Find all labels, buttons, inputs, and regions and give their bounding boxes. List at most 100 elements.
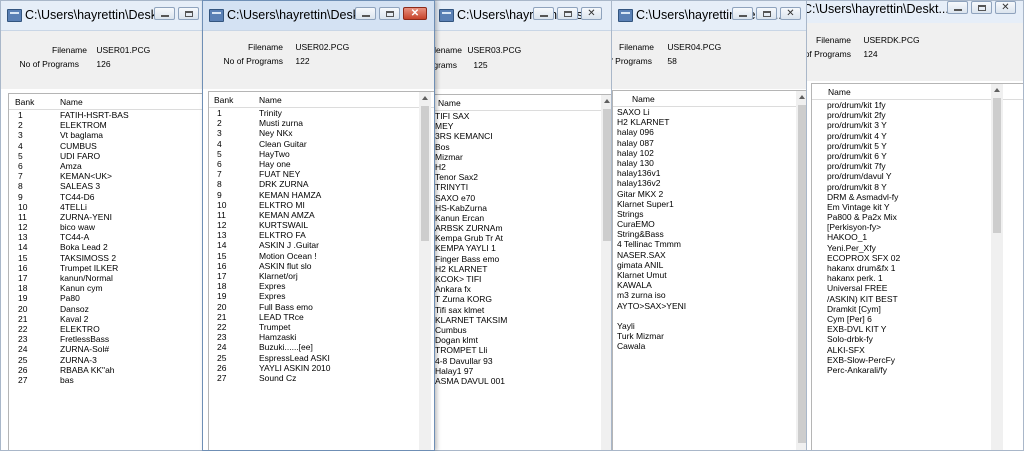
list-item[interactable]: Turk Mizmar: [613, 331, 796, 341]
list-item[interactable]: H2 KLARNET: [434, 264, 601, 274]
scroll-thumb[interactable]: [993, 98, 1001, 233]
title-bar[interactable]: C:\Users\hayrettin\Deskt... ✕: [203, 1, 434, 31]
list-item[interactable]: EXB-Slow-PercFy: [812, 355, 1011, 365]
list-item[interactable]: halay 096: [613, 127, 796, 137]
name-column-header[interactable]: Name: [259, 95, 282, 105]
list-item[interactable]: Dramkit [Cym]: [812, 304, 1011, 314]
bank-column-header[interactable]: Bank: [214, 95, 233, 105]
list-item[interactable]: Tifi sax klmet: [434, 305, 601, 315]
list-item[interactable]: Perc-Ankarali/fy: [812, 365, 1011, 375]
list-item[interactable]: Cumbus: [434, 325, 601, 335]
list-item[interactable]: DRM & Asmadvl-fy: [812, 192, 1011, 202]
name-column-header[interactable]: Name: [828, 87, 851, 97]
program-list[interactable]: Name SAXO Li H2 KLARNET halay 096 halay 087…: [612, 90, 808, 450]
list-item[interactable]: 25 ZURNA-3: [9, 355, 194, 365]
list-item[interactable]: String&Bass: [613, 229, 796, 239]
list-item[interactable]: pro/drum/kit 2fy: [812, 110, 1011, 120]
scroll-thumb[interactable]: [421, 106, 429, 241]
window-user01[interactable]: C:\Users\hayrettin\Deskt... Filename USE…: [0, 0, 207, 451]
list-item[interactable]: MEY: [434, 121, 601, 131]
list-item[interactable]: 13 ELKTRO FA: [209, 230, 422, 240]
list-item[interactable]: 15 TAKSIMOSS 2: [9, 253, 194, 263]
list-item[interactable]: 19 Expres: [209, 291, 422, 301]
name-column-header[interactable]: Name: [632, 94, 655, 104]
list-item[interactable]: 4 Tellinac Tmmm: [613, 239, 796, 249]
list-item[interactable]: 25 EspressLead ASKI: [209, 353, 422, 363]
name-column-header[interactable]: Name: [60, 97, 83, 107]
list-item[interactable]: pro/drum/kit 1fy: [812, 100, 1011, 110]
close-button[interactable]: ✕: [995, 1, 1016, 14]
list-item[interactable]: ARBSK ZURNAm: [434, 223, 601, 233]
list-item[interactable]: 12 bico waw: [9, 222, 194, 232]
list-item[interactable]: Pa800 & Pa2x Mix: [812, 212, 1011, 222]
list-item[interactable]: 12 KURTSWAIL: [209, 220, 422, 230]
list-item[interactable]: TRINYTI: [434, 182, 601, 192]
list-item[interactable]: 26 YAYLI ASKIN 2010: [209, 363, 422, 373]
list-item[interactable]: NASER.SAX: [613, 250, 796, 260]
close-button[interactable]: ✕: [403, 7, 427, 20]
list-item[interactable]: pro/drum/kit 8 Y: [812, 182, 1011, 192]
list-item[interactable]: pro/drum/kit 4 Y: [812, 131, 1011, 141]
window-userdk[interactable]: C:\Users\hayrettin\Deskt... ✕ Filename U…: [806, 0, 1024, 451]
list-item[interactable]: KLARNET TAKSIM: [434, 315, 601, 325]
list-item[interactable]: halay136v1: [613, 168, 796, 178]
window-user04[interactable]: C:\Users\hayrettin\Deskt... ✕ Filename U…: [611, 0, 809, 451]
window-user02[interactable]: C:\Users\hayrettin\Deskt... ✕ Filename U…: [202, 0, 435, 451]
title-bar[interactable]: C:\Users\hayrettin\Deskt... ✕: [433, 1, 613, 31]
list-item[interactable]: 27 bas: [9, 375, 194, 385]
list-item[interactable]: 5 HayTwo: [209, 149, 422, 159]
list-item[interactable]: halay 130: [613, 158, 796, 168]
list-item[interactable]: Ankara fx: [434, 284, 601, 294]
list-item[interactable]: Bos: [434, 142, 601, 152]
list-item[interactable]: 16 ASKIN flut slo: [209, 261, 422, 271]
list-item[interactable]: Dogan klmt: [434, 335, 601, 345]
list-item[interactable]: HS-KabZurna: [434, 203, 601, 213]
close-button[interactable]: ✕: [581, 7, 602, 20]
list-item[interactable]: TROMPET Lli: [434, 345, 601, 355]
list-item[interactable]: 23 FretlessBass: [9, 334, 194, 344]
list-item[interactable]: Em Vintage kit Y: [812, 202, 1011, 212]
window-user03[interactable]: C:\Users\hayrettin\Deskt... ✕ Filename U…: [432, 0, 614, 451]
list-item[interactable]: 7 FUAT NEY: [209, 169, 422, 179]
list-item[interactable]: 23 Hamzaski: [209, 332, 422, 342]
list-item[interactable]: 4 Clean Guitar: [209, 139, 422, 149]
scroll-up-icon[interactable]: [604, 99, 610, 103]
name-column-header[interactable]: Name: [438, 98, 461, 108]
scroll-thumb[interactable]: [603, 109, 611, 241]
list-item[interactable]: 14 ASKIN J .Guitar: [209, 240, 422, 250]
list-item[interactable]: /ASKIN) KIT BEST: [812, 294, 1011, 304]
scroll-up-icon[interactable]: [422, 96, 428, 100]
list-item[interactable]: pro/drum/kit 6 Y: [812, 151, 1011, 161]
title-bar[interactable]: C:\Users\hayrettin\Deskt...: [1, 1, 206, 31]
minimize-button[interactable]: [947, 1, 968, 14]
list-item[interactable]: 21 LEAD TRce: [209, 312, 422, 322]
list-item[interactable]: Yayli: [613, 321, 796, 331]
list-item[interactable]: AYTO>SAX>YENI: [613, 301, 796, 311]
title-bar[interactable]: C:\Users\hayrettin\Deskt... ✕: [612, 1, 808, 31]
list-item[interactable]: Tenor Sax2: [434, 172, 601, 182]
list-item[interactable]: ASMA DAVUL 001: [434, 376, 601, 386]
list-item[interactable]: 16 Trumpet ILKER: [9, 263, 194, 273]
list-item[interactable]: Finger Bass emo: [434, 254, 601, 264]
list-item[interactable]: Kanun Ercan: [434, 213, 601, 223]
list-item[interactable]: 4 CUMBUS: [9, 141, 194, 151]
list-item[interactable]: 13 TC44-A: [9, 232, 194, 242]
list-item[interactable]: 17 kanun/Normal: [9, 273, 194, 283]
list-item[interactable]: 6 Hay one: [209, 159, 422, 169]
scroll-thumb[interactable]: [798, 105, 806, 443]
list-item[interactable]: Strings: [613, 209, 796, 219]
list-item[interactable]: halay 102: [613, 148, 796, 158]
list-item[interactable]: m3 zurna iso: [613, 290, 796, 300]
list-item[interactable]: 18 Kanun cym: [9, 283, 194, 293]
list-item[interactable]: ECOPROX SFX 02: [812, 253, 1011, 263]
list-item[interactable]: 14 Boka Lead 2: [9, 242, 194, 252]
maximize-button[interactable]: [178, 7, 199, 20]
list-item[interactable]: HAKOO_1: [812, 232, 1011, 242]
list-item[interactable]: pro/drum/kit 5 Y: [812, 141, 1011, 151]
list-item[interactable]: 8 SALEAS 3: [9, 181, 194, 191]
minimize-button[interactable]: [355, 7, 376, 20]
list-item[interactable]: 15 Motion Ocean !: [209, 251, 422, 261]
list-item[interactable]: 10 4TELLi: [9, 202, 194, 212]
vertical-scrollbar[interactable]: [991, 84, 1003, 450]
list-item[interactable]: 7 KEMAN<UK>: [9, 171, 194, 181]
